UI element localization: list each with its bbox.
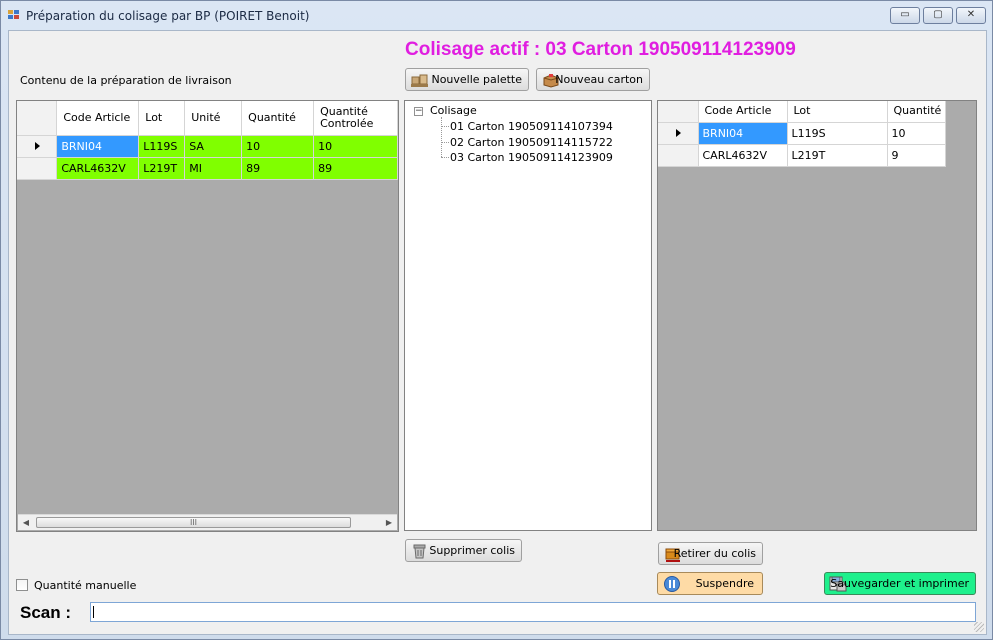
app-icon (8, 10, 20, 20)
table-row[interactable]: BRNI04 L119S SA 10 10 (17, 135, 398, 158)
cell-code[interactable]: BRNI04 (56, 135, 140, 158)
column-header-controlee[interactable]: Quantité Controlée (313, 101, 398, 136)
new-pallet-label: Nouvelle palette (431, 73, 522, 86)
tree-line (441, 157, 449, 158)
window-title: Préparation du colisage par BP (POIRET B… (26, 9, 310, 23)
remove-from-package-label: Retirer du colis (673, 547, 756, 560)
tree-line (441, 117, 442, 157)
cell-code[interactable]: CARL4632V (698, 144, 788, 167)
resize-grip-icon[interactable] (974, 622, 984, 632)
row-selector[interactable] (658, 144, 699, 167)
current-row-icon (35, 141, 41, 150)
column-header-code[interactable]: Code Article (56, 101, 140, 136)
cell-quantite[interactable]: 89 (241, 157, 315, 180)
pause-icon (664, 576, 680, 592)
row-selector[interactable] (17, 157, 58, 180)
cell-quantite[interactable]: 10 (241, 135, 315, 158)
scroll-grip: III (189, 518, 198, 527)
cell-quantite[interactable]: 10 (887, 122, 947, 145)
text-caret (93, 606, 94, 618)
cell-lot[interactable]: L119S (138, 135, 186, 158)
tree-item-carton[interactable]: 02 Carton 190509114115722 (450, 136, 613, 149)
minimize-button[interactable]: ▭ (890, 7, 920, 24)
cell-controlee[interactable]: 89 (313, 157, 398, 180)
cell-quantite[interactable]: 9 (887, 144, 947, 167)
column-header-code[interactable]: Code Article (698, 101, 788, 123)
package-content-table: Code Article Lot Quantité BRNI04 L119S 1… (658, 101, 947, 167)
remove-from-package-button[interactable]: Retirer du colis (658, 542, 763, 565)
scroll-thumb[interactable]: III (36, 517, 351, 528)
delete-package-label: Supprimer colis (429, 544, 515, 557)
scan-input[interactable] (90, 602, 976, 622)
active-package-banner: Colisage actif : 03 Carton 1905091141239… (405, 39, 796, 60)
cell-code[interactable]: BRNI04 (698, 122, 788, 145)
tree-item-carton[interactable]: 03 Carton 190509114123909 (450, 151, 613, 164)
cell-lot[interactable]: L219T (787, 144, 888, 167)
column-header-quantite[interactable]: Quantité (887, 101, 947, 123)
manual-quantity-checkbox[interactable] (16, 579, 28, 591)
delivery-content-table: Code Article Lot Unité Quantité Quantité… (17, 101, 398, 180)
cell-lot[interactable]: L119S (787, 122, 888, 145)
close-button[interactable]: ✕ (956, 7, 986, 24)
scroll-left-icon[interactable]: ◀ (18, 515, 34, 531)
column-header-quantite[interactable]: Quantité (241, 101, 315, 136)
title-bar: Préparation du colisage par BP (POIRET B… (1, 1, 992, 29)
scan-label: Scan : (20, 603, 72, 622)
suspend-label: Suspendre (695, 577, 754, 590)
cell-code[interactable]: CARL4632V (56, 157, 140, 180)
tree-line (441, 142, 449, 143)
current-row-icon (676, 128, 682, 137)
maximize-button[interactable]: ▢ (923, 7, 953, 24)
scroll-right-icon[interactable]: ▶ (381, 515, 397, 531)
pallet-icon (411, 74, 428, 87)
new-pallet-button[interactable]: Nouvelle palette (405, 68, 529, 91)
save-print-label: Sauvegarder et imprimer (830, 577, 969, 590)
collapse-icon[interactable]: − (414, 107, 423, 116)
table-row[interactable]: CARL4632V L219T 9 (658, 144, 947, 167)
form-client-area: Colisage actif : 03 Carton 1905091141239… (8, 30, 987, 635)
cell-lot[interactable]: L219T (138, 157, 186, 180)
suspend-button[interactable]: Suspendre (657, 572, 763, 595)
row-header-corner (658, 101, 699, 123)
manual-quantity-label: Quantité manuelle (34, 579, 137, 592)
trash-icon (413, 544, 426, 559)
new-carton-label: Nouveau carton (555, 73, 643, 86)
tree-line (441, 126, 449, 127)
horizontal-scrollbar[interactable]: ◀ III ▶ (18, 514, 397, 530)
column-header-unite[interactable]: Unité (184, 101, 243, 136)
row-header-corner (17, 101, 58, 136)
row-selector[interactable] (658, 122, 699, 145)
delete-package-button[interactable]: Supprimer colis (405, 539, 522, 562)
cell-controlee[interactable]: 10 (313, 135, 398, 158)
new-carton-button[interactable]: Nouveau carton (536, 68, 650, 91)
package-content-grid[interactable]: Code Article Lot Quantité BRNI04 L119S 1… (657, 100, 977, 531)
save-print-button[interactable]: Sauvegarder et imprimer (824, 572, 976, 595)
column-header-lot[interactable]: Lot (138, 101, 186, 136)
row-selector[interactable] (17, 135, 58, 158)
cell-unite[interactable]: SA (184, 135, 243, 158)
column-header-lot[interactable]: Lot (787, 101, 888, 123)
package-tree[interactable]: − Colisage 01 Carton 190509114107394 02 … (404, 100, 652, 531)
cell-unite[interactable]: MI (184, 157, 243, 180)
table-row[interactable]: CARL4632V L219T MI 89 89 (17, 157, 398, 180)
tree-root-colisage[interactable]: Colisage (430, 104, 477, 117)
delivery-content-label: Contenu de la préparation de livraison (20, 74, 232, 87)
main-window: Préparation du colisage par BP (POIRET B… (0, 0, 993, 640)
tree-item-carton[interactable]: 01 Carton 190509114107394 (450, 120, 613, 133)
delivery-content-grid[interactable]: Code Article Lot Unité Quantité Quantité… (16, 100, 399, 532)
table-row[interactable]: BRNI04 L119S 10 (658, 122, 947, 145)
